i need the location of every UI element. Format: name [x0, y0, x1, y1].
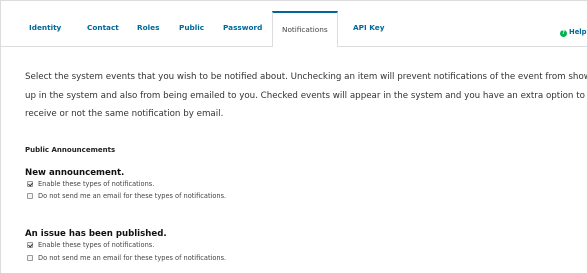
checkbox-enable-issue[interactable] — [27, 242, 33, 248]
tab-public[interactable]: Public — [179, 11, 204, 46]
tab-bar: Identity Contact Roles Public Password N… — [1, 1, 587, 47]
intro-line-2: up in the system and also from being ema… — [25, 90, 585, 101]
help-icon: ? — [560, 30, 567, 37]
tab-password[interactable]: Password — [223, 11, 262, 46]
group-title-new-announcement: New announcement. — [25, 168, 125, 178]
tab-contact[interactable]: Contact — [87, 11, 119, 46]
tab-api-key[interactable]: API Key — [353, 11, 384, 46]
option-no-email-announcement[interactable]: Do not send me an email for these types … — [27, 192, 226, 200]
help-link[interactable]: ? Help — [560, 28, 587, 37]
tab-identity[interactable]: Identity — [29, 11, 61, 46]
option-label: Do not send me an email for these types … — [38, 254, 227, 262]
intro-line-3: receive or not the same notification by … — [25, 109, 224, 119]
intro-line-1: Select the system events that you wish t… — [25, 72, 587, 82]
checkbox-no-email-announcement[interactable] — [27, 193, 33, 199]
profile-panel: Identity Contact Roles Public Password N… — [0, 0, 587, 273]
option-enable-issue[interactable]: Enable these types of notifications. — [27, 241, 154, 249]
tab-roles[interactable]: Roles — [137, 11, 159, 46]
option-enable-announcement[interactable]: Enable these types of notifications. — [27, 180, 154, 188]
group-title-issue-published: An issue has been published. — [25, 229, 167, 239]
option-no-email-issue[interactable]: Do not send me an email for these types … — [27, 254, 226, 262]
section-title-public-announcements: Public Announcements — [25, 146, 116, 154]
option-label: Enable these types of notifications. — [38, 241, 155, 249]
checkbox-enable-announcement[interactable] — [27, 181, 33, 187]
tab-notifications[interactable]: Notifications — [272, 11, 338, 47]
option-label: Enable these types of notifications. — [38, 180, 155, 188]
help-label: Help — [569, 28, 587, 36]
checkbox-no-email-issue[interactable] — [27, 255, 33, 261]
intro-text: Select the system events that you wish t… — [25, 68, 587, 124]
option-label: Do not send me an email for these types … — [38, 192, 227, 200]
